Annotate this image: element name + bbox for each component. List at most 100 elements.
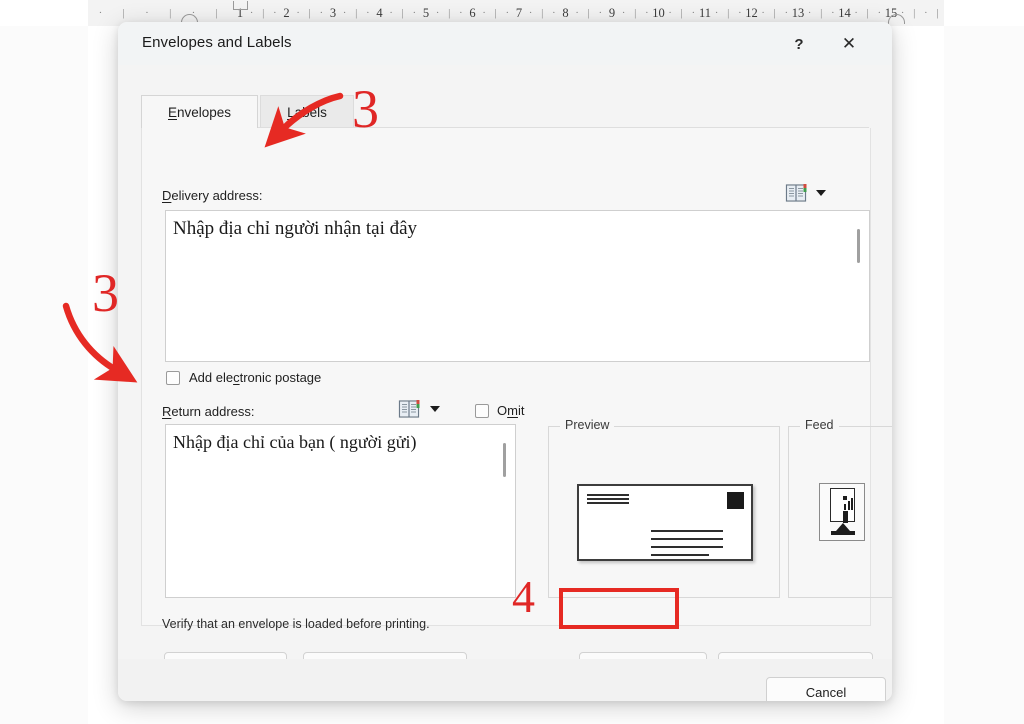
envelope-stamp xyxy=(727,492,744,509)
delivery-dropdown-chevron-down-icon[interactable] xyxy=(816,190,826,196)
return-address-label: Return address: xyxy=(162,404,255,419)
preview-group: Preview xyxy=(548,426,780,598)
ruler-number: 3 xyxy=(330,6,336,20)
feed-tray xyxy=(831,523,855,535)
tab-envelopes-label: nvelopes xyxy=(177,105,231,120)
cancel-button[interactable]: Cancel xyxy=(766,677,886,701)
tab-envelopes[interactable]: Envelopes xyxy=(141,95,258,128)
omit-checkbox[interactable] xyxy=(475,404,489,418)
tab-labels[interactable]: Labels xyxy=(260,95,354,128)
ruler-minor-tick: · xyxy=(878,6,882,20)
ruler-minor-tick: · xyxy=(622,6,626,20)
ruler-minor-tick: · xyxy=(145,6,149,20)
dialog-titlebar[interactable]: Envelopes and Labels ? ✕ xyxy=(118,22,892,65)
ruler-minor-tick: · xyxy=(99,6,103,20)
ruler-half-tick: | xyxy=(588,6,590,20)
delivery-address-input[interactable]: Nhập địa chỉ người nhận tại đây xyxy=(165,210,870,362)
add-electronic-postage-checkbox[interactable] xyxy=(166,371,180,385)
ruler-half-tick: | xyxy=(681,6,683,20)
help-icon[interactable]: ? xyxy=(782,30,816,58)
ruler-number: 13 xyxy=(792,6,805,20)
ruler-minor-tick: · xyxy=(343,6,347,20)
ruler-minor-tick: · xyxy=(738,6,742,20)
ruler-minor-tick: · xyxy=(320,6,324,20)
ruler-minor-tick: · xyxy=(296,6,300,20)
delivery-scrollbar-thumb[interactable] xyxy=(857,229,860,263)
ruler-number: 9 xyxy=(609,6,615,20)
ruler-minor-tick: · xyxy=(761,6,765,20)
ruler-half-tick: | xyxy=(309,6,311,20)
page-right-gutter xyxy=(944,26,1024,724)
ruler-number: 8 xyxy=(562,6,568,20)
envelope-feed-icon[interactable] xyxy=(819,483,865,541)
feed-group: Feed xyxy=(788,426,892,598)
ruler-minor-tick: · xyxy=(645,6,649,20)
first-line-indent-marker[interactable] xyxy=(233,1,248,10)
omit-label: Omit xyxy=(497,403,524,418)
ruler-half-tick: | xyxy=(216,6,218,20)
feed-sheet xyxy=(830,488,855,522)
ruler-half-tick: | xyxy=(936,6,938,20)
ruler-minor-tick: · xyxy=(389,6,393,20)
return-scrollbar[interactable] xyxy=(499,429,511,595)
return-dropdown-chevron-down-icon[interactable] xyxy=(430,406,440,412)
delivery-scrollbar[interactable] xyxy=(853,215,865,359)
tabstrip: Envelopes Labels xyxy=(141,96,354,128)
ruler-minor-tick: · xyxy=(575,6,579,20)
ruler-minor-tick: · xyxy=(715,6,719,20)
ruler-half-tick: | xyxy=(727,6,729,20)
feed-block xyxy=(843,511,848,523)
ruler-number: 14 xyxy=(838,6,851,20)
ruler-half-tick: | xyxy=(634,6,636,20)
envelope-preview-icon xyxy=(577,484,753,561)
feed-group-title: Feed xyxy=(800,418,839,432)
ruler-half-tick: | xyxy=(123,6,125,20)
feed-bars xyxy=(844,498,854,510)
ruler-minor-tick: · xyxy=(366,6,370,20)
ruler-minor-tick: · xyxy=(854,6,858,20)
ruler-number: 6 xyxy=(469,6,475,20)
ruler-minor-tick: · xyxy=(668,6,672,20)
ruler-half-tick: | xyxy=(402,6,404,20)
ruler-half-tick: | xyxy=(867,6,869,20)
ruler-minor-tick: · xyxy=(273,6,277,20)
delivery-address-book-icon[interactable] xyxy=(784,183,808,203)
ruler-minor-tick: · xyxy=(482,6,486,20)
ruler-minor-tick: · xyxy=(831,6,835,20)
ruler-minor-tick: · xyxy=(785,6,789,20)
ruler-half-tick: | xyxy=(169,6,171,20)
return-address-book-icon[interactable] xyxy=(397,399,421,419)
ruler-number: 5 xyxy=(423,6,429,20)
page-left-gutter xyxy=(0,26,88,724)
envelopes-and-labels-dialog: Envelopes and Labels ? ✕ Envelopes Label… xyxy=(118,22,892,701)
return-scrollbar-thumb[interactable] xyxy=(503,443,506,477)
return-address-value: Nhập địa chỉ của bạn ( người gửi) xyxy=(173,431,493,454)
delivery-address-value: Nhập địa chỉ người nhận tại đây xyxy=(173,217,813,241)
return-address-input[interactable]: Nhập địa chỉ của bạn ( người gửi) xyxy=(165,424,516,598)
close-icon[interactable]: ✕ xyxy=(832,30,866,58)
ruler-minor-tick: · xyxy=(506,6,510,20)
dialog-title: Envelopes and Labels xyxy=(142,34,292,51)
envelopes-tab-panel: Delivery address: xyxy=(141,128,871,626)
add-electronic-postage-label: Add electronic postage xyxy=(189,370,321,385)
ruler-minor-tick: · xyxy=(459,6,463,20)
ruler-number: 7 xyxy=(516,6,522,20)
ruler-half-tick: | xyxy=(262,6,264,20)
ruler-minor-tick: · xyxy=(529,6,533,20)
dialog-body: Envelopes Labels Delivery address: xyxy=(118,65,892,659)
ruler-half-tick: | xyxy=(355,6,357,20)
tab-labels-label: abels xyxy=(295,105,327,120)
ruler-minor-tick: · xyxy=(436,6,440,20)
ruler-minor-tick: · xyxy=(413,6,417,20)
ruler-half-tick: | xyxy=(541,6,543,20)
tab-labels-accel: L xyxy=(287,105,295,120)
ruler-minor-tick: · xyxy=(552,6,556,20)
ruler-half-tick: | xyxy=(448,6,450,20)
dialog-footer: Cancel xyxy=(118,659,892,701)
ruler-number: 10 xyxy=(652,6,665,20)
ruler-minor-tick: · xyxy=(924,6,928,20)
ruler-minor-tick: · xyxy=(692,6,696,20)
delivery-address-label: Delivery address: xyxy=(162,188,262,203)
tab-envelopes-accel: E xyxy=(168,105,177,120)
ruler-number: 2 xyxy=(283,6,289,20)
